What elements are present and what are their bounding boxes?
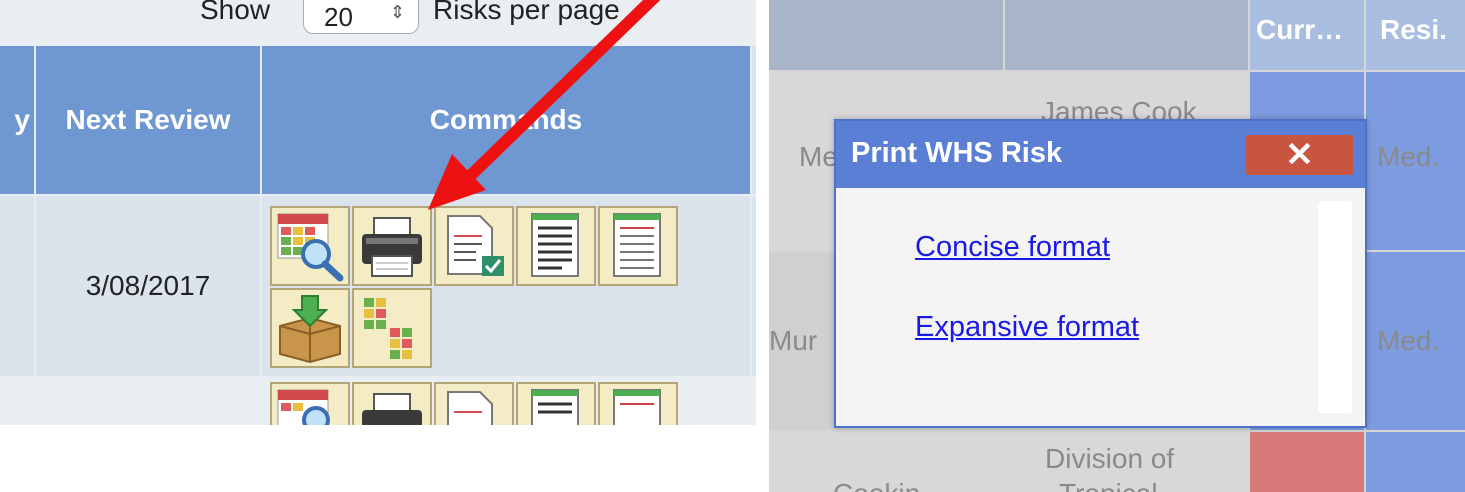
cell-text: Mur: [769, 325, 818, 356]
cell-text: Division of: [1045, 443, 1175, 474]
print-whs-risk-dialog: Print WHS Risk ✕ Concise format Expansiv…: [834, 119, 1367, 428]
dialog-scrollbar[interactable]: [1318, 201, 1352, 413]
close-icon: ✕: [1285, 136, 1314, 174]
column-header-current[interactable]: Curr…: [1250, 0, 1364, 70]
red-arrow-annotation: [428, 0, 661, 210]
concise-format-link[interactable]: Concise format: [915, 231, 1110, 264]
cell-text: Cookin: [833, 478, 920, 492]
dialog-titlebar[interactable]: Print WHS Risk ✕: [836, 121, 1365, 188]
column-header-blank: [769, 0, 1003, 70]
close-button[interactable]: ✕: [1246, 135, 1353, 175]
column-header-blank: [1005, 0, 1248, 70]
column-header-residual[interactable]: Resi.: [1366, 0, 1465, 70]
risk-register-table: Show 20 ⇕ Risks per page y Next Review C…: [0, 0, 756, 425]
dialog-title: Print WHS Risk: [851, 137, 1063, 169]
cell-text: Med.: [1377, 325, 1440, 356]
residual-risk-cell: [1366, 432, 1465, 492]
cell-text: Tropical: [1059, 478, 1158, 492]
cell-text: Me: [799, 141, 838, 172]
expansive-format-link[interactable]: Expansive format: [915, 311, 1139, 344]
current-risk-cell: [1250, 432, 1364, 492]
cell-text: Med.: [1377, 141, 1440, 172]
